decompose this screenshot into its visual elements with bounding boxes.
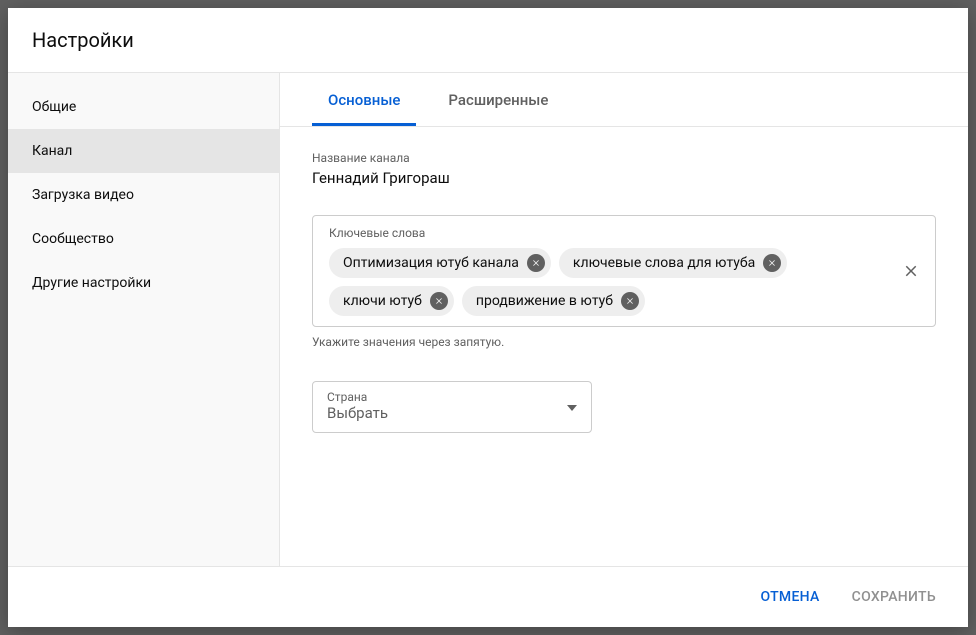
main-panel: Основные Расширенные Название канала Ген…: [280, 73, 968, 566]
channel-name-value: Геннадий Григораш: [312, 169, 936, 187]
tab-basic[interactable]: Основные: [312, 73, 416, 126]
keyword-chip: ключевые слова для ютуба: [559, 248, 787, 278]
chip-text: продвижение в ютуб: [476, 293, 613, 309]
dialog-footer: ОТМЕНА СОХРАНИТЬ: [8, 567, 968, 627]
cancel-button[interactable]: ОТМЕНА: [748, 581, 831, 613]
settings-dialog: Настройки Общие Канал Загрузка видео Соо…: [8, 8, 968, 627]
chip-remove-icon[interactable]: [527, 254, 545, 272]
sidebar-item-channel[interactable]: Канал: [8, 129, 279, 173]
keywords-hint: Укажите значения через запятую.: [312, 335, 936, 349]
dialog-body: Общие Канал Загрузка видео Сообщество Др…: [8, 72, 968, 567]
content-area: Название канала Геннадий Григораш Ключев…: [280, 127, 968, 566]
sidebar-item-label: Сообщество: [32, 231, 114, 247]
chip-text: ключи ютуб: [343, 293, 422, 309]
tab-label: Основные: [328, 91, 400, 109]
chevron-down-icon: [567, 399, 577, 415]
tab-advanced[interactable]: Расширенные: [432, 73, 564, 126]
clear-all-icon[interactable]: [901, 261, 921, 281]
country-label: Страна: [327, 390, 577, 404]
chip-remove-icon[interactable]: [763, 254, 781, 272]
country-value: Выбрать: [327, 404, 388, 422]
sidebar-item-general[interactable]: Общие: [8, 85, 279, 129]
chip-remove-icon[interactable]: [621, 292, 639, 310]
chip-text: ключевые слова для ютуба: [573, 255, 755, 271]
keyword-chip: Оптимизация ютуб канала: [329, 248, 551, 278]
keyword-chip: продвижение в ютуб: [462, 286, 645, 316]
dialog-title: Настройки: [8, 8, 968, 72]
sidebar-item-other[interactable]: Другие настройки: [8, 261, 279, 305]
keywords-input[interactable]: Ключевые слова Оптимизация ютуб канала к…: [312, 215, 936, 327]
keywords-label: Ключевые слова: [329, 226, 887, 240]
sidebar-item-label: Другие настройки: [32, 275, 151, 291]
sidebar-item-community[interactable]: Сообщество: [8, 217, 279, 261]
channel-name-label: Название канала: [312, 151, 936, 165]
tab-label: Расширенные: [448, 91, 548, 109]
keywords-chips: Оптимизация ютуб канала ключевые слова д…: [329, 248, 887, 316]
country-select[interactable]: Страна Выбрать: [312, 381, 592, 433]
sidebar-item-label: Общие: [32, 99, 76, 115]
chip-text: Оптимизация ютуб канала: [343, 255, 519, 271]
sidebar-item-upload[interactable]: Загрузка видео: [8, 173, 279, 217]
keyword-chip: ключи ютуб: [329, 286, 454, 316]
sidebar-item-label: Загрузка видео: [32, 187, 134, 203]
sidebar: Общие Канал Загрузка видео Сообщество Др…: [8, 73, 280, 566]
sidebar-item-label: Канал: [32, 143, 72, 159]
chip-remove-icon[interactable]: [430, 292, 448, 310]
tabs: Основные Расширенные: [280, 73, 968, 127]
save-button[interactable]: СОХРАНИТЬ: [840, 581, 948, 613]
